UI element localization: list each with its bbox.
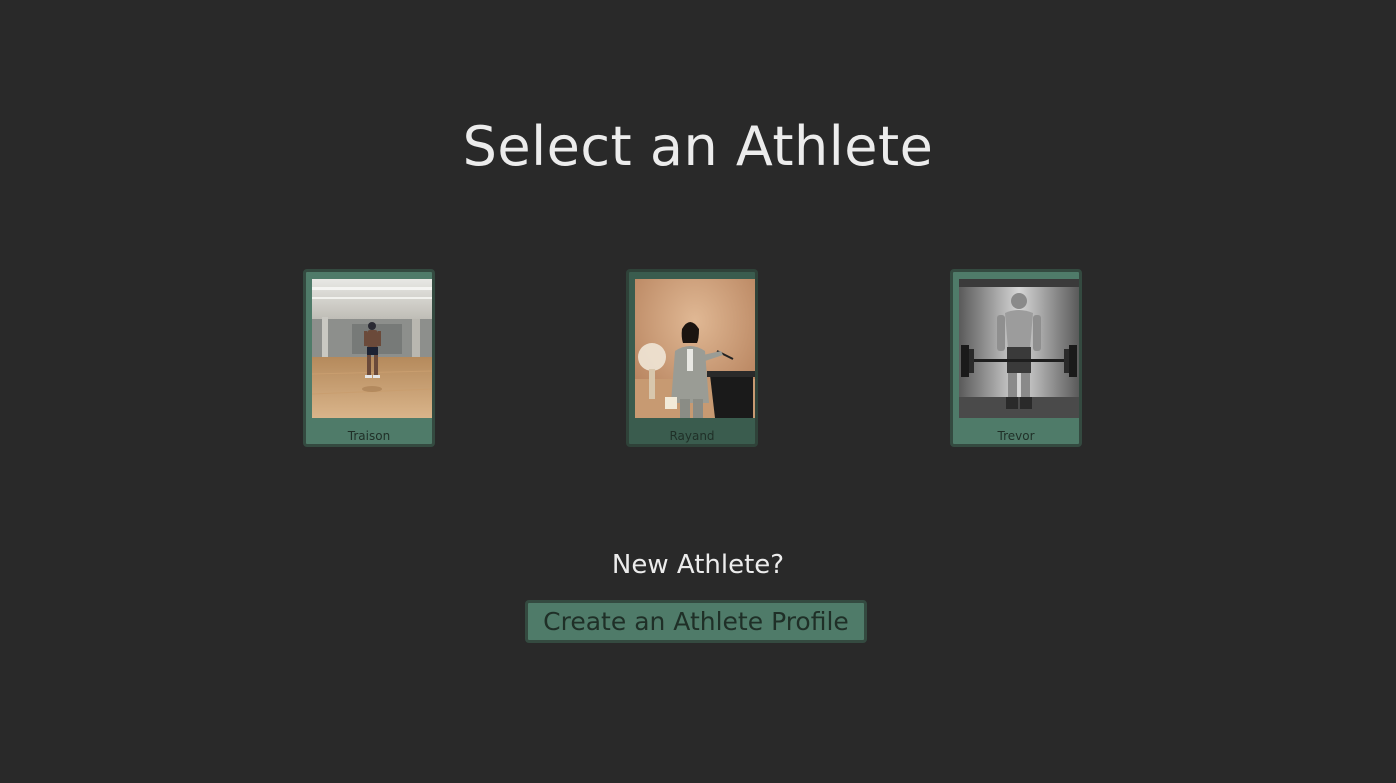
athlete-card-traison[interactable]: Traison (303, 269, 435, 447)
page-title: Select an Athlete (462, 115, 934, 178)
new-athlete-prompt: New Athlete? (611, 550, 785, 580)
athlete-card-trevor[interactable]: Trevor (950, 269, 1082, 447)
create-athlete-profile-button[interactable]: Create an Athlete Profile (525, 600, 867, 643)
athlete-name: Trevor (997, 429, 1035, 443)
athlete-name: Rayand (669, 429, 715, 443)
athlete-select-page: Select an Athlete Traison Rayand Trevor … (0, 0, 1396, 783)
athlete-photo (635, 279, 755, 418)
athlete-card-rayand[interactable]: Rayand (626, 269, 758, 447)
athlete-name: Traison (347, 429, 391, 443)
athlete-photo (312, 279, 432, 418)
athlete-photo (959, 279, 1079, 418)
